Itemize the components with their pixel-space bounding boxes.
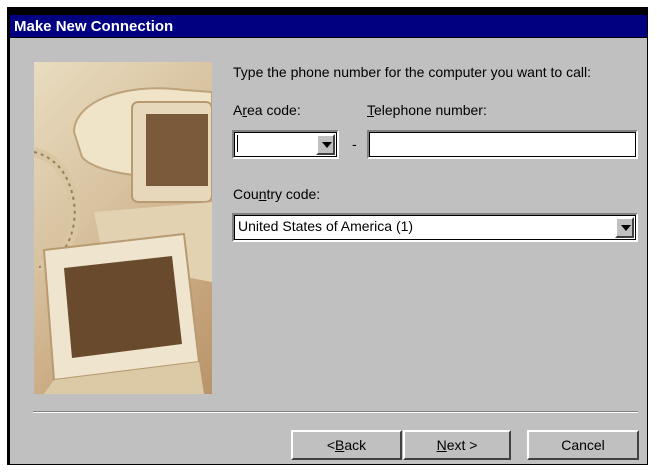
telephone-number-field[interactable] [367, 130, 638, 159]
country-code-label: Country code: [233, 186, 321, 202]
telephone-number-label: Telephone number: [367, 102, 487, 118]
chevron-down-icon [322, 142, 332, 148]
window-title: Make New Connection [14, 18, 174, 35]
area-code-label: Area code: [233, 102, 301, 118]
footer-separator [33, 411, 638, 413]
wizard-illustration [34, 62, 212, 394]
area-code-dropdown-button[interactable] [316, 134, 335, 155]
instruction-text: Type the phone number for the computer y… [233, 64, 591, 80]
dash-separator: - [352, 136, 357, 152]
text-cursor [237, 135, 238, 152]
dialog-body: Type the phone number for the computer y… [10, 38, 647, 464]
title-bar[interactable]: Make New Connection [10, 15, 647, 37]
cancel-button[interactable]: Cancel [527, 430, 639, 460]
back-button[interactable]: < Back [291, 430, 402, 460]
country-code-dropdown-button[interactable] [615, 217, 634, 238]
country-code-combobox[interactable]: United States of America (1) [232, 213, 638, 242]
chevron-down-icon [621, 225, 631, 231]
next-button[interactable]: Next > [403, 430, 511, 460]
country-code-value: United States of America (1) [238, 218, 414, 234]
area-code-combobox[interactable] [232, 130, 339, 159]
